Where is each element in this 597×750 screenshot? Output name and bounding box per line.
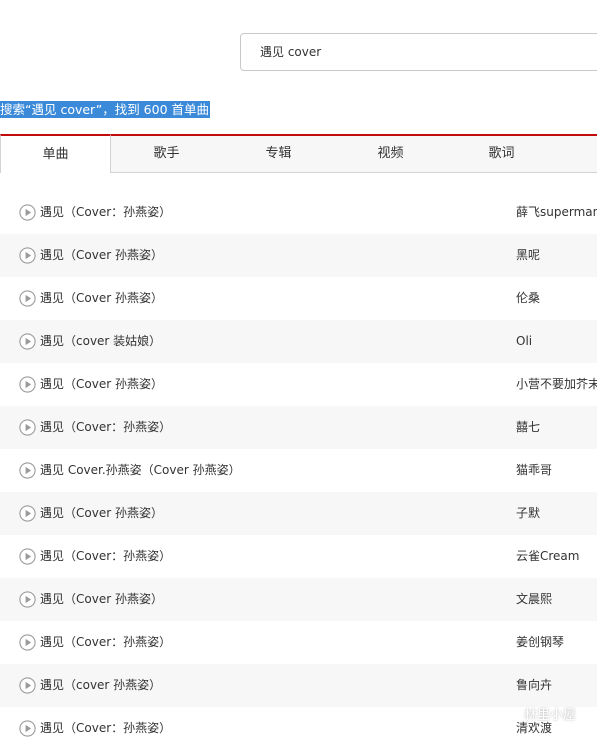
- song-title[interactable]: 遇见（Cover 孙燕姿）: [40, 492, 163, 535]
- tab-3[interactable]: 视频: [335, 134, 446, 172]
- song-artist[interactable]: 薛飞superman: [516, 191, 597, 234]
- play-icon[interactable]: [19, 548, 36, 565]
- play-icon[interactable]: [19, 505, 36, 522]
- song-artist[interactable]: 小营不要加芥末: [516, 363, 597, 406]
- song-row[interactable]: 遇见（Cover 孙燕姿） 子默: [0, 492, 597, 535]
- song-row[interactable]: 遇见（Cover：孙燕姿） 云雀Cream: [0, 535, 597, 578]
- song-artist[interactable]: Oli: [516, 320, 597, 363]
- song-title[interactable]: 遇见（cover 孙燕姿）: [40, 664, 161, 707]
- song-row[interactable]: 遇见（cover 装姑娘） Oli: [0, 320, 597, 363]
- song-row[interactable]: 遇见（cover 孙燕姿） 鲁向卉: [0, 664, 597, 707]
- play-icon[interactable]: [19, 290, 36, 307]
- song-artist[interactable]: 姜创钢琴: [516, 621, 597, 664]
- tab-0[interactable]: 单曲: [0, 134, 111, 173]
- watermark-label: 林里小屋: [524, 708, 577, 723]
- play-icon[interactable]: [19, 419, 36, 436]
- play-icon[interactable]: [19, 462, 36, 479]
- song-row[interactable]: 遇见（Cover：孙燕姿） 姜创钢琴: [0, 621, 597, 664]
- song-row[interactable]: 遇见 Cover.孙燕姿（Cover 孙燕姿） 猫乖哥: [0, 449, 597, 492]
- tab-2[interactable]: 专辑: [223, 134, 334, 172]
- play-icon[interactable]: [19, 204, 36, 221]
- song-title[interactable]: 遇见（Cover：孙燕姿）: [40, 406, 171, 449]
- song-artist[interactable]: 囍七: [516, 406, 597, 449]
- wechat-icon: [496, 706, 518, 724]
- song-artist[interactable]: 子默: [516, 492, 597, 535]
- song-title[interactable]: 遇见（Cover 孙燕姿）: [40, 277, 163, 320]
- song-title[interactable]: 遇见 Cover.孙燕姿（Cover 孙燕姿）: [40, 449, 241, 492]
- play-icon[interactable]: [19, 247, 36, 264]
- song-row[interactable]: 遇见（Cover 孙燕姿） 小营不要加芥末: [0, 363, 597, 406]
- song-title[interactable]: 遇见（cover 装姑娘）: [40, 320, 161, 363]
- watermark: 林里小屋: [496, 704, 576, 728]
- tab-bar: 单曲 歌手 专辑 视频 歌词: [0, 134, 597, 173]
- tab-4[interactable]: 歌词: [446, 134, 557, 172]
- search-box[interactable]: 遇见 cover: [240, 33, 597, 71]
- song-row[interactable]: 遇见（Cover：孙燕姿） 薛飞superman: [0, 191, 597, 234]
- song-row[interactable]: 遇见（Cover 孙燕姿） 文晨熙: [0, 578, 597, 621]
- play-icon[interactable]: [19, 591, 36, 608]
- song-title[interactable]: 遇见（Cover：孙燕姿）: [40, 535, 171, 578]
- song-artist[interactable]: 黑呢: [516, 234, 597, 277]
- song-row[interactable]: 遇见（Cover 孙燕姿） 黑呢: [0, 234, 597, 277]
- search-input[interactable]: 遇见 cover: [260, 34, 321, 70]
- play-icon[interactable]: [19, 634, 36, 651]
- song-artist[interactable]: 猫乖哥: [516, 449, 597, 492]
- song-title[interactable]: 遇见（Cover 孙燕姿）: [40, 578, 163, 621]
- play-icon[interactable]: [19, 333, 36, 350]
- song-list: 遇见（Cover：孙燕姿） 薛飞superman 遇见（Cover 孙燕姿） 黑呢 遇见…: [0, 191, 597, 750]
- song-artist[interactable]: 鲁向卉: [516, 664, 597, 707]
- play-icon[interactable]: [19, 376, 36, 393]
- play-icon[interactable]: [19, 677, 36, 694]
- song-title[interactable]: 遇见（Cover 孙燕姿）: [40, 363, 163, 406]
- song-title[interactable]: 遇见（Cover：孙燕姿）: [40, 191, 171, 234]
- song-artist[interactable]: 伦桑: [516, 277, 597, 320]
- play-icon[interactable]: [19, 720, 36, 737]
- song-title[interactable]: 遇见（Cover：孙燕姿）: [40, 621, 171, 664]
- tab-1[interactable]: 歌手: [111, 134, 222, 172]
- song-artist[interactable]: 云雀Cream: [516, 535, 597, 578]
- song-title[interactable]: 遇见（Cover 孙燕姿）: [40, 234, 163, 277]
- song-artist[interactable]: 文晨熙: [516, 578, 597, 621]
- song-row[interactable]: 遇见（Cover：孙燕姿） 囍七: [0, 406, 597, 449]
- result-summary: 搜索“遇见 cover”，找到 600 首单曲: [0, 101, 211, 118]
- song-title[interactable]: 遇见（Cover：孙燕姿）: [40, 707, 171, 750]
- song-row[interactable]: 遇见（Cover 孙燕姿） 伦桑: [0, 277, 597, 320]
